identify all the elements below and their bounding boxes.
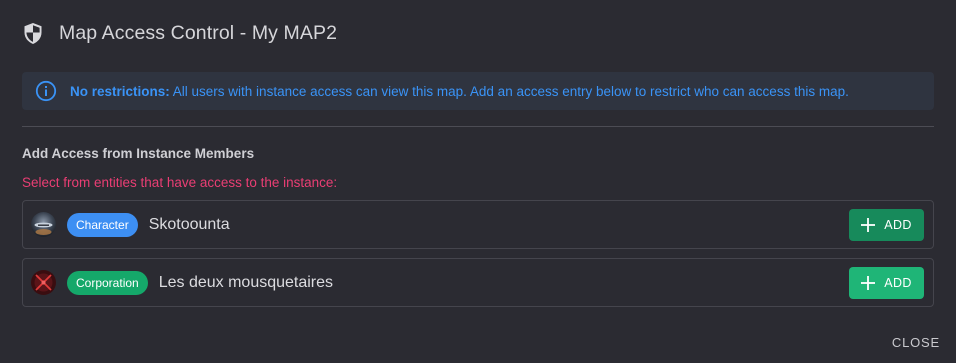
character-avatar xyxy=(31,212,56,237)
info-circle-icon xyxy=(35,80,57,102)
entity-row-corporation: Corporation Les deux mousquetaires ADD xyxy=(22,258,934,307)
plus-icon xyxy=(861,276,876,290)
dialog-title: Map Access Control - My MAP2 xyxy=(59,21,338,44)
add-button-label: ADD xyxy=(884,276,912,290)
info-message: No restrictions: All users with instance… xyxy=(70,84,849,99)
info-body: All users with instance access can view … xyxy=(169,83,849,99)
add-button-label: ADD xyxy=(884,218,912,232)
info-bold-label: No restrictions: xyxy=(70,83,170,99)
add-character-button[interactable]: ADD xyxy=(849,209,924,241)
type-chip-corporation: Corporation xyxy=(67,270,148,295)
map-access-dialog: Map Access Control - My MAP2 No restrict… xyxy=(0,0,956,363)
section-hint: Select from entities that have access to… xyxy=(22,175,338,190)
corporation-avatar xyxy=(31,270,56,295)
add-corporation-button[interactable]: ADD xyxy=(849,267,924,299)
close-button[interactable]: CLOSE xyxy=(892,335,940,350)
section-title: Add Access from Instance Members xyxy=(22,146,255,161)
info-alert: No restrictions: All users with instance… xyxy=(22,72,934,110)
divider xyxy=(22,126,934,127)
entity-row-character: Character Skotoounta ADD xyxy=(22,200,934,249)
type-chip-character: Character xyxy=(67,212,138,237)
dialog-header: Map Access Control - My MAP2 xyxy=(22,21,337,45)
plus-icon xyxy=(861,218,876,232)
entity-name: Les deux mousquetaires xyxy=(158,273,334,291)
shield-icon xyxy=(22,21,44,45)
entity-name: Skotoounta xyxy=(148,215,230,233)
